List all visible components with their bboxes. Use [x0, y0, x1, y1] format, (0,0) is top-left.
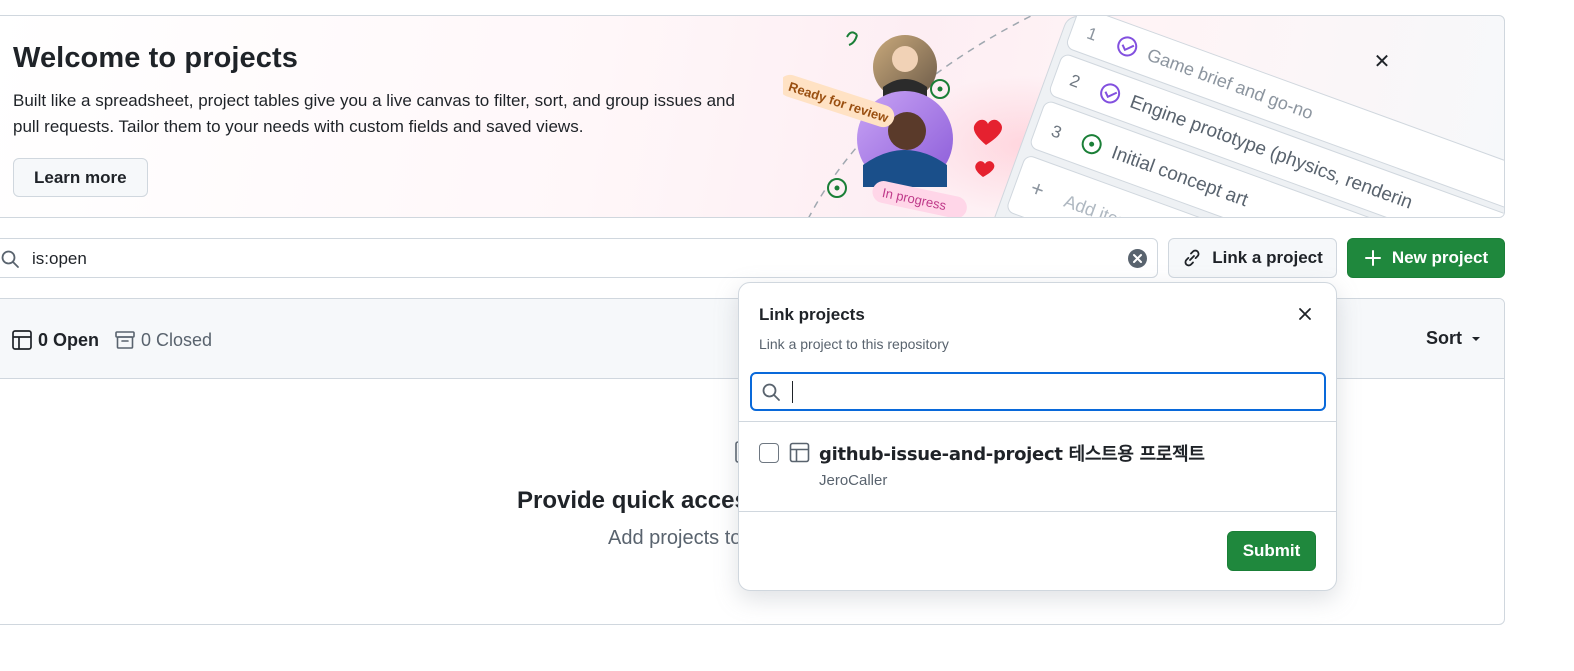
open-count-label: 0 Open	[38, 329, 100, 350]
close-icon[interactable]: ✕	[1371, 50, 1393, 73]
table-icon	[789, 442, 810, 463]
clear-search-icon[interactable]	[1127, 248, 1148, 269]
text-caret	[792, 381, 793, 403]
new-project-label: New project	[1391, 248, 1489, 267]
dialog-search-field[interactable]	[750, 372, 1326, 411]
link-projects-dialog: Link projects Link a project to this rep…	[738, 282, 1337, 591]
link-project-button[interactable]: Link a project	[1168, 238, 1337, 278]
welcome-banner: Welcome to projects Built like a spreads…	[0, 15, 1505, 218]
banner-illustration: 1 Game brief and go-no 2 Engine prototyp…	[783, 16, 1504, 217]
learn-more-button[interactable]: Learn more	[13, 158, 148, 197]
tab-closed[interactable]: 0 Closed	[114, 329, 212, 351]
banner-title: Welcome to projects	[13, 42, 298, 74]
tab-open[interactable]: 0 Open	[11, 329, 99, 351]
sort-button[interactable]: Sort	[1426, 328, 1482, 349]
project-checkbox[interactable]	[759, 443, 779, 463]
plus-icon	[1364, 250, 1381, 266]
submit-button[interactable]: Submit	[1227, 531, 1316, 571]
banner-description: Built like a spreadsheet, project tables…	[13, 91, 735, 136]
triangle-down-icon	[1472, 336, 1480, 341]
search-icon	[762, 383, 780, 401]
dialog-subtitle: Link a project to this repository	[759, 336, 949, 352]
archive-icon	[115, 331, 135, 349]
table-icon	[12, 330, 32, 350]
project-option-title: github-issue-and-project 테스트용 프로젝트	[819, 444, 1205, 465]
empty-state-title: Provide quick access	[517, 487, 762, 514]
divider	[739, 511, 1336, 512]
empty-state-description: Add projects to	[608, 527, 742, 549]
dialog-title: Link projects	[759, 305, 865, 324]
new-project-button[interactable]: New project	[1347, 238, 1505, 278]
search-icon	[1, 250, 19, 268]
link-project-label: Link a project	[1212, 248, 1323, 267]
closed-count-label: 0 Closed	[141, 329, 213, 350]
project-search-input[interactable]: is:open	[0, 238, 1158, 278]
link-icon	[1184, 249, 1200, 267]
dialog-search-input[interactable]	[790, 378, 1310, 405]
project-option[interactable]: github-issue-and-project 테스트용 프로젝트 JeroC…	[739, 422, 1336, 512]
sort-label: Sort	[1426, 328, 1462, 348]
project-option-owner: JeroCaller	[819, 472, 888, 489]
close-icon[interactable]	[1294, 303, 1316, 325]
search-query-text[interactable]: is:open	[32, 249, 87, 269]
